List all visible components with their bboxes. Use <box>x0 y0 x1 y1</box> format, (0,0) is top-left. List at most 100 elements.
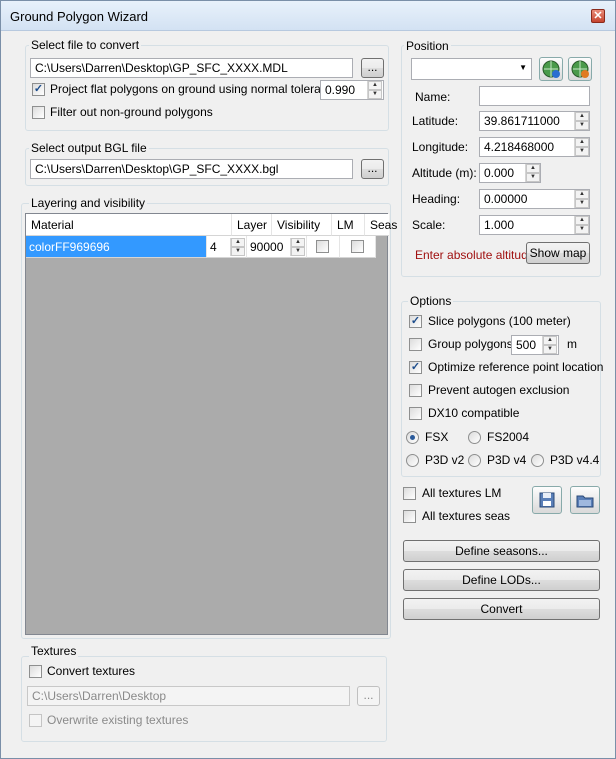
project-flat-label: Project flat polygons on ground using no… <box>50 82 344 96</box>
optimize-reference-checkbox[interactable]: ✓ <box>409 361 422 374</box>
spin-down-icon[interactable]: ▼ <box>231 247 245 256</box>
header-visibility[interactable]: Visibility <box>272 214 332 236</box>
filter-nonground-checkbox[interactable] <box>32 106 45 119</box>
convert-textures-checkbox[interactable] <box>29 665 42 678</box>
window-title: Ground Polygon Wizard <box>10 9 149 24</box>
header-lm[interactable]: LM <box>332 214 365 236</box>
row-seas-checkbox[interactable] <box>351 240 364 253</box>
overwrite-textures-checkbox[interactable] <box>29 714 42 727</box>
position-dropdown[interactable]: ▼ <box>411 58 532 80</box>
group-polygons-checkbox[interactable] <box>409 338 422 351</box>
output-file-path[interactable]: C:\Users\Darren\Desktop\GP_SFC_XXXX.bgl <box>30 159 353 179</box>
row-lm-checkbox[interactable] <box>316 240 329 253</box>
browse-textures-button[interactable]: ... <box>357 686 380 706</box>
group-polygons-label: Group polygons <box>428 337 513 351</box>
slice-polygons-label: Slice polygons (100 meter) <box>428 314 571 328</box>
spin-up-icon[interactable]: ▲ <box>575 190 589 199</box>
altitude-value: 0.000 <box>484 166 515 180</box>
group-polygons-value: 500 <box>516 338 537 352</box>
spin-down-icon[interactable]: ▼ <box>575 147 589 156</box>
latitude-value: 39.861711000 <box>484 114 560 128</box>
all-textures-lm-label: All textures LM <box>422 486 502 500</box>
row-material[interactable]: colorFF969696 <box>26 236 207 258</box>
all-textures-lm-checkbox[interactable] <box>403 487 416 500</box>
layer-spinner[interactable]: ▲ ▼ <box>230 238 245 256</box>
output-group-label: Select output BGL file <box>29 141 149 155</box>
heading-spinner[interactable]: ▲ ▼ <box>574 190 589 208</box>
radio-p3dv2[interactable] <box>406 454 419 467</box>
spin-up-icon[interactable]: ▲ <box>575 138 589 147</box>
altitude-spinner[interactable]: ▲ ▼ <box>525 164 540 182</box>
spin-down-icon[interactable]: ▼ <box>575 121 589 130</box>
layering-group-label: Layering and visibility <box>29 196 148 210</box>
save-icon <box>539 492 555 508</box>
radio-fs2004-label: FS2004 <box>487 430 530 444</box>
spin-up-icon[interactable]: ▲ <box>368 81 382 90</box>
project-flat-checkbox[interactable]: ✓ <box>32 83 45 96</box>
spin-up-icon[interactable]: ▲ <box>291 238 305 247</box>
header-layer[interactable]: Layer <box>232 214 272 236</box>
open-settings-button[interactable] <box>570 486 600 514</box>
define-seasons-button[interactable]: Define seasons... <box>403 540 600 562</box>
slice-polygons-checkbox[interactable]: ✓ <box>409 315 422 328</box>
spin-up-icon[interactable]: ▲ <box>543 336 557 345</box>
spin-down-icon[interactable]: ▼ <box>291 247 305 256</box>
radio-fsx[interactable] <box>406 431 419 444</box>
longitude-spinner[interactable]: ▲ ▼ <box>574 138 589 156</box>
scale-label: Scale: <box>412 218 446 232</box>
convert-textures-label: Convert textures <box>47 664 136 678</box>
spin-up-icon[interactable]: ▲ <box>575 216 589 225</box>
globe-add-button[interactable] <box>539 57 563 81</box>
open-folder-icon <box>576 495 594 508</box>
radio-p3dv4[interactable] <box>468 454 481 467</box>
globe-refresh-button[interactable] <box>568 57 592 81</box>
header-material[interactable]: Material <box>26 214 232 236</box>
row-visibility-value: 90000 <box>250 240 284 254</box>
dx10-checkbox[interactable] <box>409 407 422 420</box>
close-button[interactable]: ✕ <box>591 9 605 23</box>
spin-up-icon[interactable]: ▲ <box>575 112 589 121</box>
all-textures-seas-label: All textures seas <box>422 509 511 523</box>
spin-up-icon[interactable]: ▲ <box>231 238 245 247</box>
radio-fsx-label: FSX <box>425 430 449 444</box>
tolerance-spinner[interactable]: ▲ ▼ <box>367 81 382 99</box>
all-textures-seas-checkbox[interactable] <box>403 510 416 523</box>
save-settings-button[interactable] <box>532 486 562 514</box>
spin-down-icon[interactable]: ▼ <box>575 225 589 234</box>
scale-spinner[interactable]: ▲ ▼ <box>574 216 589 234</box>
radio-fs2004[interactable] <box>468 431 481 444</box>
visibility-spinner[interactable]: ▲ ▼ <box>290 238 305 256</box>
spin-down-icon[interactable]: ▼ <box>543 345 557 354</box>
header-seas[interactable]: Seas <box>365 214 397 236</box>
row-layer-value: 4 <box>210 240 217 254</box>
convert-button[interactable]: Convert <box>403 598 600 620</box>
latitude-label: Latitude: <box>412 114 459 128</box>
spin-up-icon[interactable]: ▲ <box>526 164 540 173</box>
browse-output-button[interactable]: ... <box>361 159 384 179</box>
group-polygons-unit: m <box>567 337 577 351</box>
chevron-down-icon[interactable]: ▼ <box>519 63 527 72</box>
overwrite-textures-label: Overwrite existing textures <box>47 713 189 727</box>
title-bar[interactable]: Ground Polygon Wizard ✕ <box>1 1 615 31</box>
show-map-button[interactable]: Show map <box>526 242 590 264</box>
input-file-path[interactable]: C:\Users\Darren\Desktop\GP_SFC_XXXX.MDL <box>30 58 353 78</box>
prevent-autogen-label: Prevent autogen exclusion <box>428 383 570 397</box>
filter-nonground-label: Filter out non-ground polygons <box>50 105 213 119</box>
spin-down-icon[interactable]: ▼ <box>368 90 382 99</box>
longitude-value: 4.218468000 <box>484 140 555 154</box>
tolerance-value: 0.990 <box>325 83 356 97</box>
spin-down-icon[interactable]: ▼ <box>526 173 540 182</box>
altitude-label: Altitude (m): <box>412 166 477 180</box>
define-lods-button[interactable]: Define LODs... <box>403 569 600 591</box>
material-table: Material Layer Visibility LM Seas colorF… <box>25 213 397 635</box>
prevent-autogen-checkbox[interactable] <box>409 384 422 397</box>
textures-path[interactable]: C:\Users\Darren\Desktop <box>27 686 350 706</box>
latitude-spinner[interactable]: ▲ ▼ <box>574 112 589 130</box>
browse-input-button[interactable]: ... <box>361 58 384 78</box>
spin-down-icon[interactable]: ▼ <box>575 199 589 208</box>
name-input[interactable] <box>479 86 590 106</box>
position-group-label: Position <box>404 39 451 53</box>
absolute-altitude-warning: Enter absolute altitude! <box>415 248 538 262</box>
group-polygons-spinner[interactable]: ▲ ▼ <box>542 336 557 354</box>
radio-p3dv44[interactable] <box>531 454 544 467</box>
